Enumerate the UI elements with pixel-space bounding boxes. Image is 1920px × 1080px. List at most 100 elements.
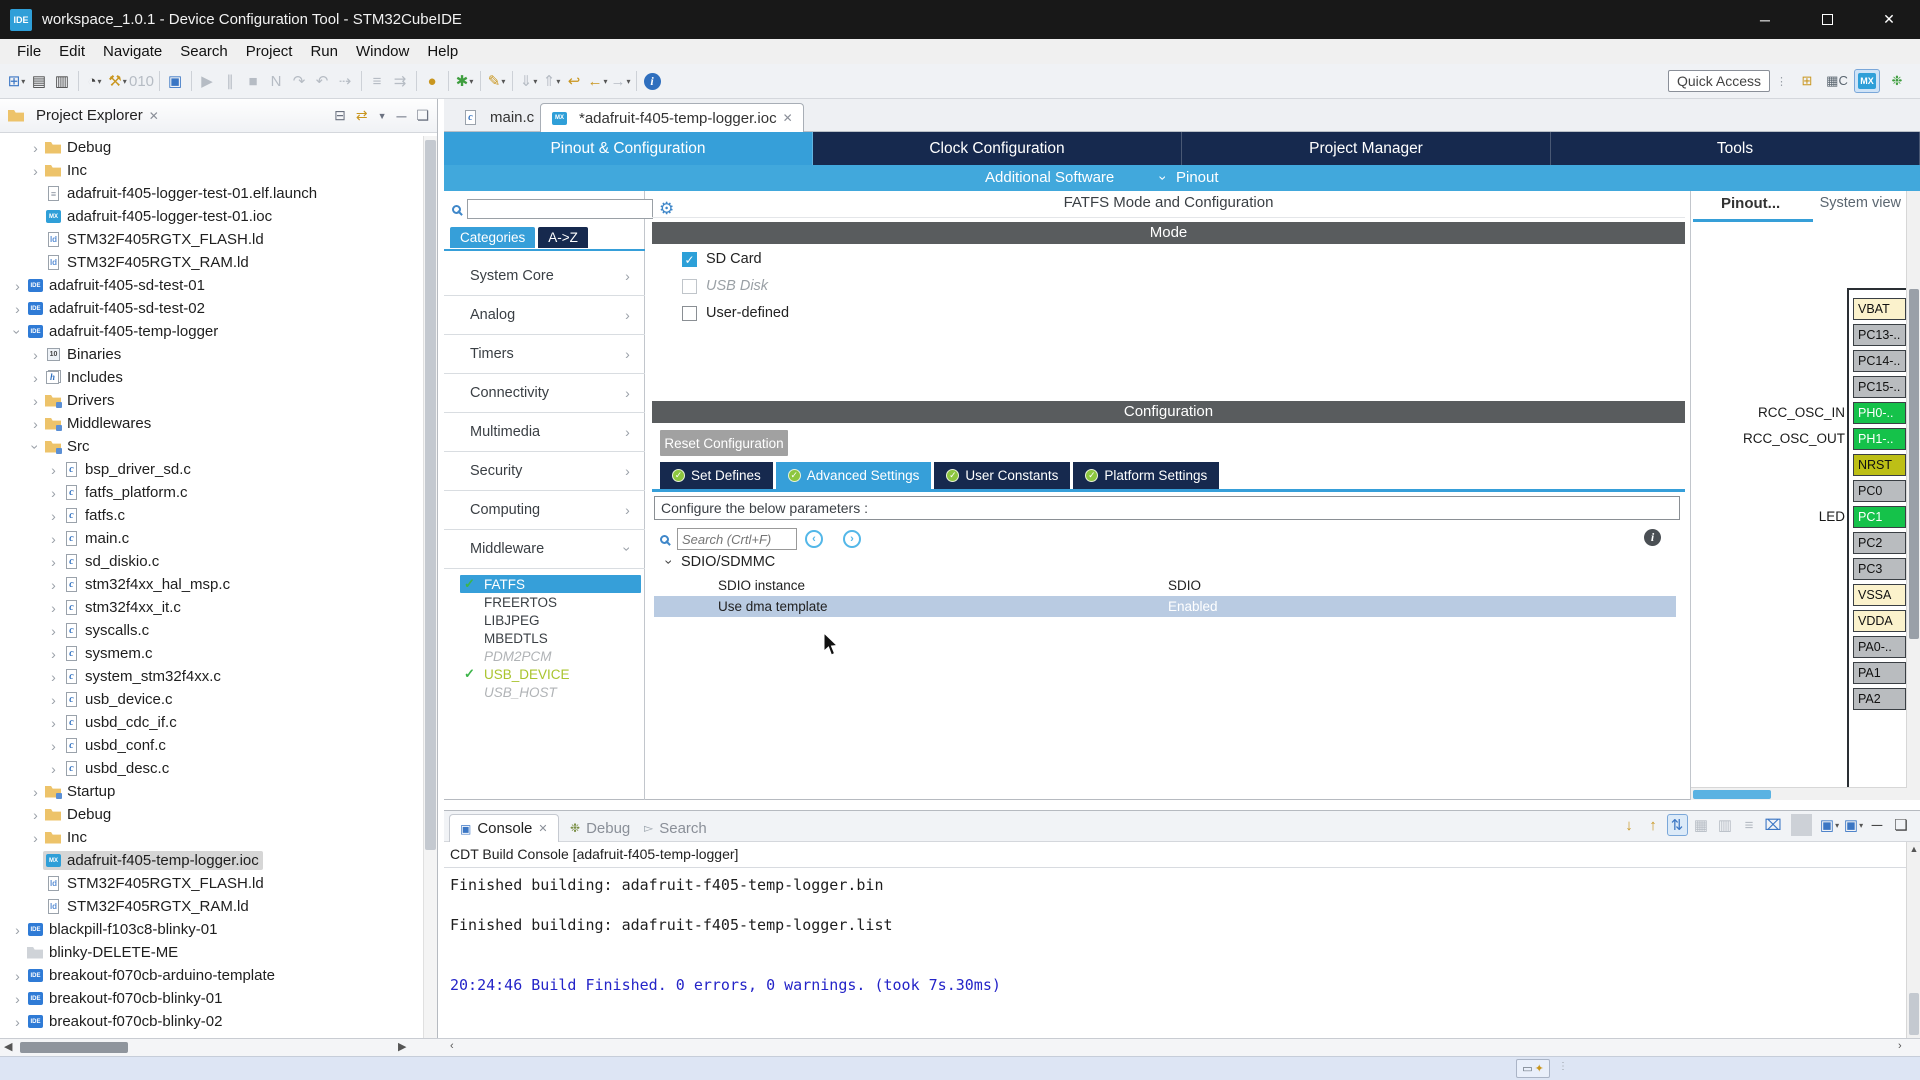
tree-item[interactable]: adafruit-f405-logger-test-01.elf.launch (0, 182, 423, 205)
expander-icon[interactable] (46, 577, 61, 593)
marker-button[interactable]: ✎▾ (485, 68, 508, 94)
view-menu-icon[interactable]: ▼ (378, 111, 387, 121)
toolbar-icon[interactable] (636, 71, 637, 91)
menu-item[interactable]: File (8, 43, 50, 60)
expander-icon[interactable] (46, 669, 61, 685)
toolbar-icon[interactable] (480, 71, 481, 91)
tree-item[interactable]: STM32F405RGTX_RAM.ld (0, 895, 423, 918)
menu-item[interactable]: Help (418, 43, 467, 60)
pin[interactable]: VDDA (1849, 610, 1909, 633)
scrollbar-thumb[interactable] (1909, 993, 1919, 1035)
expander-icon[interactable] (28, 416, 43, 432)
expander-icon[interactable] (46, 462, 61, 478)
notification-icon[interactable]: ▭✦ (1516, 1059, 1550, 1078)
toolbar-icon[interactable] (78, 71, 79, 91)
expander-icon[interactable] (10, 991, 25, 1007)
open-perspective-icon[interactable]: ⊞ (1794, 69, 1820, 93)
console-lines-icon[interactable]: ≡ (1739, 814, 1760, 836)
middleware-item[interactable]: FREERTOS (444, 593, 645, 611)
category-search-input[interactable] (467, 199, 653, 219)
pin-box[interactable]: PH1-.. (1853, 428, 1906, 450)
pin-box[interactable]: PA2 (1853, 688, 1906, 710)
tree-item[interactable]: blinky-DELETE-ME (0, 941, 423, 964)
expander-icon[interactable] (46, 554, 61, 570)
console-vertical-scrollbar[interactable]: ▲ (1906, 842, 1920, 1039)
category-item[interactable]: Multimedia (444, 413, 645, 452)
category-item[interactable]: Computing (444, 491, 645, 530)
tree-item[interactable]: Inc (0, 826, 423, 849)
expander-icon[interactable] (28, 784, 43, 800)
pinout-menu[interactable]: Pinout (1156, 169, 1219, 186)
pin[interactable]: PC15-.. (1849, 376, 1909, 399)
menu-item[interactable]: Search (171, 43, 237, 60)
maximize-button[interactable] (1796, 0, 1858, 39)
new-wizard-button[interactable]: ⊞▾ (5, 68, 28, 94)
checkbox-unchecked-icon[interactable] (682, 306, 697, 321)
pin[interactable]: PA2 (1849, 688, 1909, 711)
param-value[interactable]: Enabled (1168, 599, 1218, 614)
info-button[interactable]: i (641, 68, 664, 94)
word-wrap-icon[interactable]: ▦ (1691, 814, 1712, 836)
pin[interactable]: PA0-.. (1849, 636, 1909, 659)
pin-box[interactable]: VDDA (1853, 610, 1906, 632)
tree-item[interactable]: STM32F405RGTX_FLASH.ld (0, 228, 423, 251)
expander-icon[interactable] (10, 922, 25, 938)
forward-button[interactable]: →▾ (609, 68, 632, 94)
save-all-button[interactable]: ▥ (51, 68, 74, 94)
tree-item[interactable]: blackpill-f103c8-blinky-01 (0, 918, 423, 941)
stop-button[interactable]: ■ (242, 68, 265, 94)
tree-item[interactable]: adafruit-f405-sd-test-02 (0, 297, 423, 320)
skip-breakpoints-button[interactable]: ⇉ (389, 68, 412, 94)
pin-box[interactable]: PC14-.. (1853, 350, 1906, 372)
run-button[interactable]: ▶ (196, 68, 219, 94)
tab-console[interactable]: Console ✕ (449, 814, 559, 842)
external-tools-button[interactable]: ✱▾ (453, 68, 476, 94)
cube-tab[interactable]: Pinout & Configuration (444, 132, 813, 165)
scrollbar-thumb[interactable] (1693, 790, 1771, 799)
device-configuration-perspective-icon[interactable]: MX (1854, 69, 1880, 93)
tree-item[interactable]: syscalls.c (0, 619, 423, 642)
tree-item[interactable]: usbd_conf.c (0, 734, 423, 757)
scroll-right-icon[interactable]: › (1898, 1040, 1902, 1052)
param-value[interactable]: SDIO (1168, 578, 1201, 593)
pin-box[interactable]: PA1 (1853, 662, 1906, 684)
step-return-button[interactable]: ↶ (311, 68, 334, 94)
info-icon[interactable]: i (1644, 529, 1661, 546)
expander-icon[interactable] (10, 301, 25, 317)
toolbar-icon[interactable] (416, 71, 417, 91)
pin-box[interactable]: PC13-.. (1853, 324, 1906, 346)
pin-box[interactable]: PC0 (1853, 480, 1906, 502)
configuration-tab[interactable]: ✓ User Constants (934, 462, 1070, 489)
cube-tab[interactable]: Tools (1551, 132, 1920, 165)
configuration-tab[interactable]: ✓ Advanced Settings (776, 462, 932, 489)
show-console-stdout-icon[interactable]: ↓ (1619, 814, 1640, 836)
menu-item[interactable]: Run (301, 43, 347, 60)
pin[interactable]: VBAT (1849, 298, 1909, 321)
tree-item[interactable]: fatfs.c (0, 504, 423, 527)
clear-console-icon[interactable]: ⌧ (1763, 814, 1784, 836)
menu-item[interactable]: Window (347, 43, 418, 60)
step-filters-button[interactable]: N (265, 68, 288, 94)
tab-system-view[interactable]: System view (1820, 195, 1901, 211)
expander-icon[interactable] (10, 1014, 25, 1030)
middleware-item[interactable]: ✓ FATFS (460, 575, 641, 593)
tree-item[interactable]: usbd_desc.c (0, 757, 423, 780)
expander-icon[interactable] (46, 485, 61, 501)
expander-icon[interactable] (28, 830, 43, 846)
scroll-left-icon[interactable]: ◀ (4, 1040, 12, 1053)
tab-pinout[interactable]: Pinout... (1721, 195, 1780, 212)
pin[interactable]: PC13-.. (1849, 324, 1909, 347)
expander-icon[interactable] (28, 163, 43, 179)
toolbar-icon[interactable] (159, 71, 160, 91)
category-item[interactable]: Middleware (444, 530, 645, 569)
tree-item[interactable]: STM32F405RGTX_FLASH.ld (0, 872, 423, 895)
tree-item[interactable]: breakout-f070cb-blinky-01 (0, 987, 423, 1010)
pin[interactable]: PC2 (1849, 532, 1909, 555)
tree-item[interactable]: breakout-f070cb-arduino-template (0, 964, 423, 987)
tree-item[interactable]: stm32f4xx_hal_msp.c (0, 573, 423, 596)
pin[interactable]: PC0 (1849, 480, 1909, 503)
pin[interactable]: NRST (1849, 454, 1909, 477)
menu-item[interactable]: Project (237, 43, 302, 60)
close-tab-icon[interactable]: ✕ (783, 111, 793, 125)
category-item[interactable]: Analog (444, 296, 645, 335)
